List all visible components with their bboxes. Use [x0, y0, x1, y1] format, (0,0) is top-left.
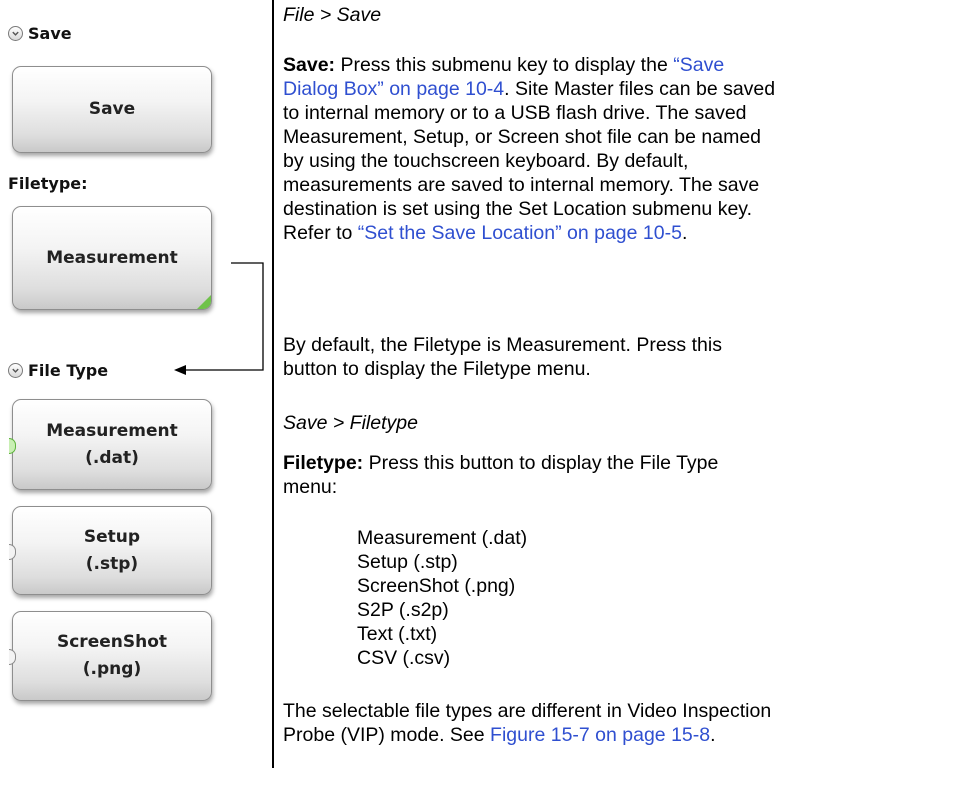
save-menu-title: Save [8, 24, 72, 43]
unselected-indicator-icon [9, 649, 16, 665]
menu-path-save-filetype: Save > Filetype [283, 412, 418, 434]
setup-stp-button-line2: (.stp) [85, 553, 139, 574]
save-text-line5: Measurement, Setup, or Screen shot file … [283, 126, 762, 148]
filetype-description: Filetype: Press this button to display t… [283, 451, 953, 499]
save-button[interactable]: Save [12, 66, 212, 153]
save-description: Save: Press this submenu key to display … [283, 53, 953, 245]
filetype-term: Filetype: [283, 452, 364, 474]
menu-path-file-save: File > Save [283, 4, 382, 26]
filetype-menu-arrow [174, 262, 264, 375]
filetype-text-line2: menu: [283, 476, 338, 498]
save-term: Save: [283, 54, 336, 76]
filetype-text: Press this button to display the File Ty… [363, 452, 719, 474]
save-text-line9: Refer to [283, 222, 358, 244]
save-text-line8: destination is set using the Set Locatio… [283, 198, 753, 220]
save-text-line4: to internal memory or to a USB flash dri… [283, 102, 747, 124]
setup-stp-button[interactable]: Setup (.stp) [9, 506, 212, 595]
screenshot-png-button-line2: (.png) [82, 659, 142, 679]
vip-text-line1: The selectable file types are different … [283, 700, 772, 722]
save-menu-title-label: Save [28, 24, 72, 43]
measurement-dat-button-line1: Measurement [46, 420, 178, 441]
selected-indicator-icon [9, 437, 16, 454]
save-text-line6: by using the touchscreen keyboard. By de… [283, 150, 689, 172]
file-type-menu-title: File Type [8, 361, 108, 380]
list-item: ScreenShot (.png) [357, 575, 516, 597]
save-dialog-link-part1[interactable]: “Save [673, 54, 724, 76]
vip-text-line2: Probe (VIP) mode. See [283, 724, 491, 746]
save-text-line3: . Site Master files can be saved [504, 78, 776, 100]
list-item: S2P (.s2p) [357, 599, 449, 621]
screenshot-png-button-line1: ScreenShot [56, 632, 168, 652]
column-divider [272, 0, 274, 768]
chevron-down-icon [8, 26, 23, 41]
default-text-line2: button to display the Filetype menu. [283, 358, 591, 380]
set-save-location-link[interactable]: “Set the Save Location” on page 10-5 [358, 222, 682, 244]
save-text-line7: measurements are saved to internal memor… [283, 174, 760, 196]
list-item: Text (.txt) [357, 623, 438, 645]
list-item: Setup (.stp) [357, 551, 458, 573]
save-text: Press this submenu key to display the [335, 54, 674, 76]
measurement-dat-button-line2: (.dat) [85, 447, 139, 468]
setup-stp-button-line1: Setup [83, 526, 141, 547]
chevron-down-icon [8, 363, 23, 378]
save-button-label: Save [88, 99, 136, 119]
list-item: Measurement (.dat) [357, 527, 528, 549]
measurement-dat-button[interactable]: Measurement (.dat) [9, 399, 212, 490]
default-text-line1: By default, the Filetype is Measurement.… [283, 334, 722, 356]
vip-text-period: . [710, 724, 716, 746]
file-type-menu-title-label: File Type [28, 361, 109, 380]
default-filetype-description: By default, the Filetype is Measurement.… [283, 333, 953, 381]
figure-15-7-link[interactable]: Figure 15-7 on page 15-8 [490, 724, 710, 746]
save-text-period: . [681, 222, 688, 244]
vip-note: The selectable file types are different … [283, 699, 953, 747]
file-type-list: Measurement (.dat) Setup (.stp) ScreenSh… [357, 526, 527, 670]
unselected-indicator-icon [9, 543, 16, 560]
list-item: CSV (.csv) [357, 647, 451, 669]
screenshot-png-button[interactable]: ScreenShot (.png) [9, 611, 212, 701]
save-dialog-link-part2[interactable]: Dialog Box” on page 10-4 [283, 78, 504, 100]
filetype-label: Filetype: [8, 174, 88, 193]
